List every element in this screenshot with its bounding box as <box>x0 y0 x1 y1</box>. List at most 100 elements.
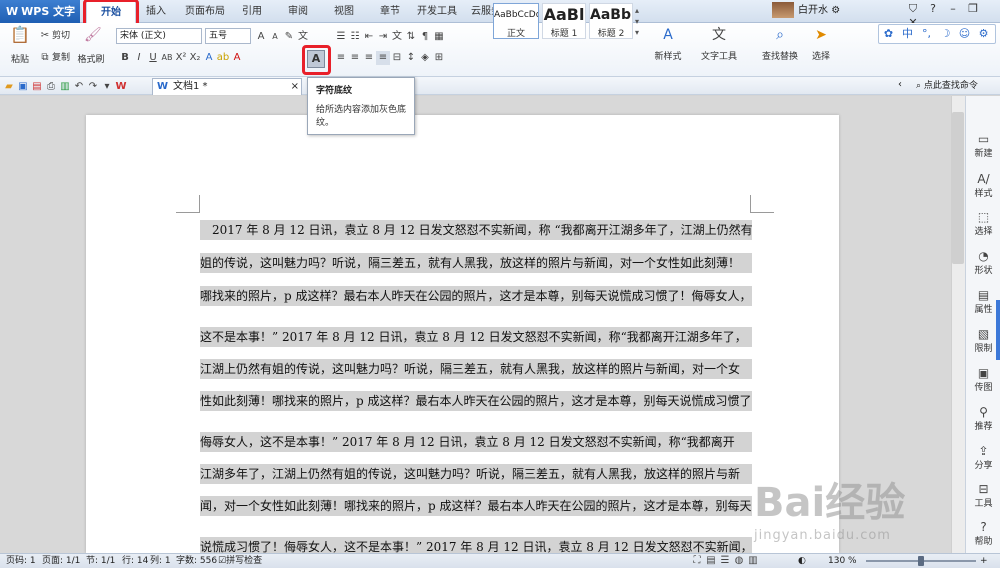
list-buttons: ☰ ☷ ⇤ ⇥ 文 ⇅ ¶ ▦ <box>334 29 446 44</box>
cut-button[interactable]: ✂ 剪切 <box>38 28 70 43</box>
tab-view[interactable]: 视图 <box>330 0 358 23</box>
zoom-in-icon[interactable]: + <box>980 554 988 568</box>
location-icon: ⚲ <box>979 405 988 419</box>
web-view-icon[interactable]: ◍ <box>732 554 746 568</box>
text-line: 侮辱女人，这不是本事！” 2017 年 8 月 12 日讯，袁立 8 月 12 … <box>200 432 752 452</box>
tab-review[interactable]: 审阅 <box>284 0 312 23</box>
underline-icon[interactable]: U <box>146 51 160 65</box>
undo-icon[interactable]: ↶ <box>72 80 86 94</box>
align-justify-icon[interactable]: ≡ <box>376 51 390 65</box>
full-screen-view-icon[interactable]: ⛶ <box>690 554 704 568</box>
style-normal[interactable]: AaBbCcDd 正文 <box>493 3 539 39</box>
status-zoom[interactable]: 130 % <box>828 554 857 568</box>
font-name-select[interactable]: 宋体 (正文) <box>116 28 202 44</box>
panel-recommend[interactable]: ⚲ 推荐 <box>966 405 1000 432</box>
font-grow-icon[interactable]: A <box>254 30 268 44</box>
chinese-layout-icon[interactable]: 文 <box>390 30 404 44</box>
save-icon[interactable]: ▣ <box>16 80 30 94</box>
align-right-icon[interactable]: ≡ <box>362 51 376 65</box>
minimize-icon[interactable]: – <box>943 2 963 15</box>
command-search[interactable]: ⌕ 点此查找命令 <box>916 79 996 94</box>
customize-icon[interactable]: ▾ <box>100 80 114 94</box>
skin-icon[interactable]: ⛉ <box>903 2 923 16</box>
indent-icon[interactable]: ⇥ <box>376 30 390 44</box>
panel-restrict[interactable]: ▧ 限制 <box>966 327 1000 354</box>
wps-home-icon[interactable]: W <box>114 80 128 94</box>
tab-references[interactable]: 引用 <box>238 0 266 23</box>
format-painter-button[interactable]: 🖌 格式刷 <box>76 28 106 65</box>
eye-protect-icon[interactable]: ◐ <box>798 554 806 568</box>
sort-icon[interactable]: ⇅ <box>404 30 418 44</box>
document-paragraph[interactable]: 2017 年 8 月 12 日讯，袁立 8 月 12 日发文怒怼不实新闻，称 “… <box>200 220 752 553</box>
status-page-number[interactable]: 页码: 1 <box>6 554 36 568</box>
line-spacing-icon[interactable]: ↕ <box>404 51 418 65</box>
table-icon[interactable]: ▦ <box>432 30 446 44</box>
restore-icon[interactable]: ❐ <box>963 2 983 15</box>
font-shrink-icon[interactable]: A <box>268 30 282 44</box>
select-button[interactable]: ➤ 选择 <box>806 28 836 62</box>
panel-shapes[interactable]: ◔ 形状 <box>966 249 1000 276</box>
show-marks-icon[interactable]: ¶ <box>418 30 432 44</box>
panel-select[interactable]: ⬚ 选择 <box>966 210 1000 237</box>
scrollbar-thumb[interactable] <box>952 112 964 264</box>
preview-icon[interactable]: ▥ <box>58 80 72 94</box>
align-left-icon[interactable]: ≡ <box>334 51 348 65</box>
tab-chapter[interactable]: 章节 <box>376 0 404 23</box>
font-color-icon[interactable]: A <box>230 51 244 65</box>
status-word-count[interactable]: 字数: 556 <box>176 554 217 568</box>
style-scroll[interactable]: ▴ ▾ ▾ <box>635 5 643 39</box>
tab-page-layout[interactable]: 页面布局 <box>180 0 230 23</box>
open-icon[interactable]: ▰ <box>2 80 16 94</box>
user-area[interactable]: 白开水 ⚙ <box>772 2 900 20</box>
bullet-list-icon[interactable]: ☰ <box>334 30 348 44</box>
copy-button[interactable]: ⧉ 复制 <box>38 50 70 65</box>
tab-developer[interactable]: 开发工具 <box>414 0 460 23</box>
nav-chevron-icon[interactable]: ‹ <box>898 79 902 90</box>
text-tools-button[interactable]: 文文字工具 <box>696 28 742 62</box>
status-spell-check[interactable]: ☑拼写检查 <box>218 554 262 568</box>
zoom-slider-handle[interactable] <box>918 556 924 566</box>
redo-icon[interactable]: ↷ <box>86 80 100 94</box>
panel-new[interactable]: ▭ 新建 <box>966 132 1000 159</box>
status-bar: 页码: 1 页面: 1/1 节: 1/1 行: 14 列: 1 字数: 556 … <box>0 553 1000 568</box>
document-tab[interactable]: W 文档1 * × <box>152 78 302 95</box>
border-icon[interactable]: ⊞ <box>432 51 446 65</box>
bold-icon[interactable]: B <box>118 51 132 65</box>
style-heading-2[interactable]: AaBb(标题 2 <box>589 3 633 39</box>
pdf-icon[interactable]: ▤ <box>30 80 44 94</box>
align-center-icon[interactable]: ≡ <box>348 51 362 65</box>
tab-insert[interactable]: 插入 <box>142 0 170 23</box>
superscript-icon[interactable]: X² <box>174 51 188 65</box>
panel-styles[interactable]: A/样式 <box>966 172 1000 199</box>
help-icon[interactable]: ? <box>923 2 943 15</box>
panel-upload-image[interactable]: ▣ 传图 <box>966 366 1000 393</box>
read-view-icon[interactable]: ▥ <box>746 554 760 568</box>
quick-access-bar <box>0 77 1000 95</box>
font-size-select[interactable]: 五号 <box>205 28 251 44</box>
outdent-icon[interactable]: ⇤ <box>362 30 376 44</box>
close-tab-icon[interactable]: × <box>291 79 299 95</box>
page-view-icon[interactable]: ▤ <box>704 554 718 568</box>
pinyin-icon[interactable]: 文 <box>296 30 310 44</box>
italic-icon[interactable]: I <box>132 51 146 65</box>
paste-button[interactable]: 📋 粘贴 <box>6 27 34 66</box>
panel-properties[interactable]: ▤ 属性 <box>966 288 1000 315</box>
style-heading-1[interactable]: AaBl 标题 1 <box>542 3 586 39</box>
shading-icon[interactable]: ◈ <box>418 51 432 65</box>
text-effect-icon[interactable]: A <box>202 51 216 65</box>
print-icon[interactable]: ⎙ <box>44 80 58 94</box>
panel-collapse-handle[interactable] <box>996 300 1000 360</box>
strikethrough-icon[interactable]: AB <box>160 51 174 65</box>
outline-view-icon[interactable]: ☰ <box>718 554 732 568</box>
find-replace-button[interactable]: ⌕ 查找替换 <box>756 28 804 62</box>
input-method-bar[interactable]: ✿ 中 °, ☽ ☺ ⚙ <box>878 24 996 44</box>
share-icon: ⇪ <box>978 444 989 458</box>
clear-format-icon[interactable]: ✎ <box>282 30 296 44</box>
highlight-color-icon[interactable]: ab <box>216 51 230 65</box>
new-style-button[interactable]: A 新样式 <box>648 28 688 62</box>
panel-share[interactable]: ⇪ 分享 <box>966 444 1000 471</box>
distribute-icon[interactable]: ⊟ <box>390 51 404 65</box>
numbered-list-icon[interactable]: ☷ <box>348 30 362 44</box>
subscript-icon[interactable]: X₂ <box>188 51 202 65</box>
wps-menu-button[interactable]: WWPS 文字 ▾ <box>0 0 80 41</box>
